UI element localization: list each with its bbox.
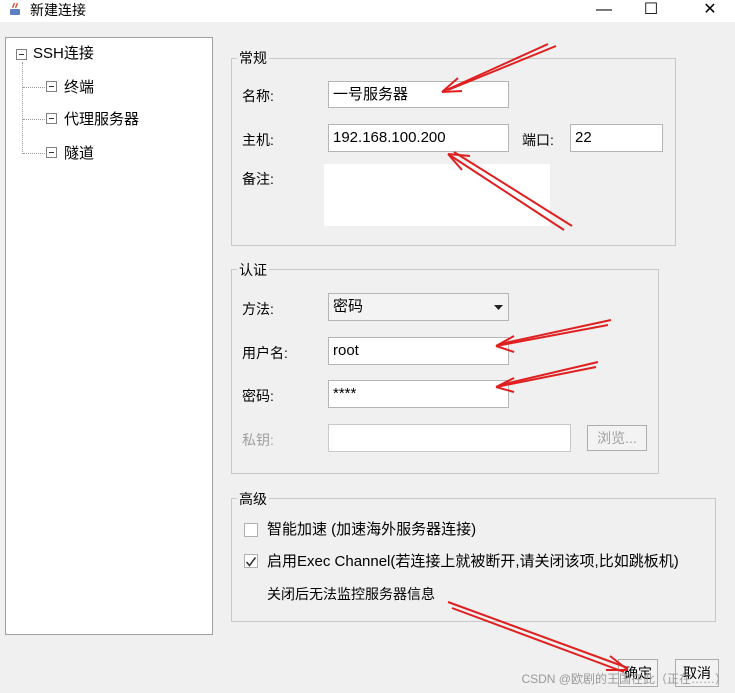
java-app-icon xyxy=(10,2,20,15)
exec-channel-note: 关闭后无法监控服务器信息 xyxy=(267,586,435,602)
tree-guide-line xyxy=(22,62,23,154)
check-icon xyxy=(245,557,257,567)
minimize-button[interactable]: — xyxy=(581,0,627,22)
window-title: 新建连接 xyxy=(30,2,86,18)
name-label: 名称: xyxy=(242,88,274,104)
method-label: 方法: xyxy=(242,301,274,317)
tree-item-terminal[interactable]: 终端 xyxy=(64,78,94,98)
tree-item-tunnel[interactable]: 隧道 xyxy=(64,144,94,164)
name-field[interactable]: 一号服务器 xyxy=(328,81,509,108)
browse-button[interactable]: 浏览... xyxy=(587,425,647,451)
username-label: 用户名: xyxy=(242,345,288,361)
password-label: 密码: xyxy=(242,388,274,404)
note-textarea[interactable] xyxy=(324,164,550,226)
advanced-legend: 高级 xyxy=(237,491,269,507)
collapse-icon[interactable] xyxy=(16,49,27,60)
host-field[interactable]: 192.168.100.200 xyxy=(328,124,509,152)
collapse-icon[interactable] xyxy=(46,113,57,124)
tree-guide-line xyxy=(23,87,45,88)
accel-label: 智能加速 (加速海外服务器连接) xyxy=(267,521,477,538)
general-legend: 常规 xyxy=(237,50,269,66)
maximize-button[interactable]: ☐ xyxy=(628,0,674,22)
accel-checkbox[interactable] xyxy=(244,523,258,537)
password-field[interactable]: **** xyxy=(328,380,509,408)
tree-guide-line xyxy=(23,153,45,154)
method-select-value: 密码 xyxy=(333,298,364,315)
close-button[interactable]: ✕ xyxy=(687,0,733,22)
auth-legend: 认证 xyxy=(237,262,269,278)
tree-item-proxy[interactable]: 代理服务器 xyxy=(64,110,139,130)
chevron-down-icon xyxy=(494,305,503,310)
exec-channel-checkbox[interactable] xyxy=(244,554,258,568)
watermark: CSDN @欧剧的王国在此（正在……） xyxy=(521,672,727,686)
tree-root-ssh[interactable]: SSH连接 xyxy=(33,44,94,64)
port-label: 端口: xyxy=(522,132,554,148)
note-label: 备注: xyxy=(242,171,274,187)
username-field[interactable]: root xyxy=(328,337,509,365)
exec-channel-label: 启用Exec Channel(若连接上就被断开,请关闭该项,比如跳板机) xyxy=(267,553,679,570)
private-key-field[interactable] xyxy=(328,424,571,452)
private-key-label: 私钥: xyxy=(242,432,274,448)
tree-guide-line xyxy=(23,119,45,120)
port-field[interactable]: 22 xyxy=(570,124,663,152)
collapse-icon[interactable] xyxy=(46,147,57,158)
method-select[interactable]: 密码 xyxy=(328,293,509,321)
collapse-icon[interactable] xyxy=(46,81,57,92)
host-label: 主机: xyxy=(242,132,274,148)
